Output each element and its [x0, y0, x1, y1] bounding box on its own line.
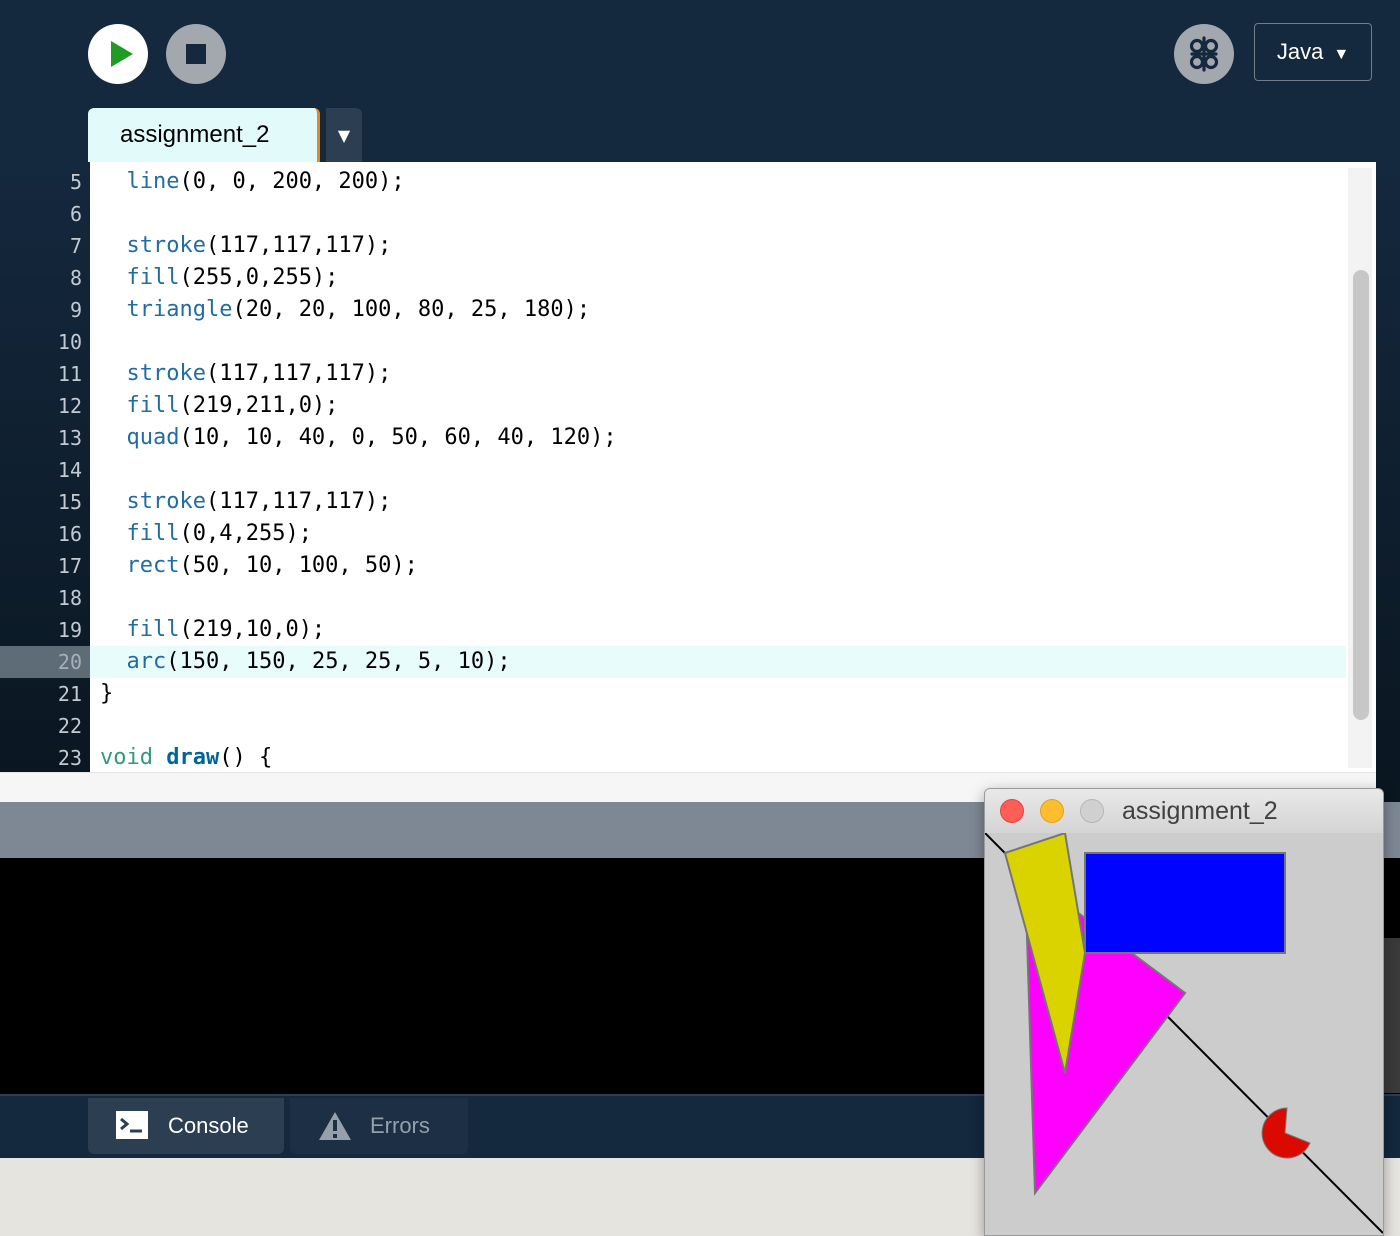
terminal-icon	[116, 1111, 148, 1139]
line-number: 9	[69, 298, 82, 322]
code-line[interactable]: quad(10, 10, 40, 0, 50, 60, 40, 120);	[100, 422, 617, 454]
minimize-window-button[interactable]	[1040, 799, 1064, 823]
code-line[interactable]: fill(0,4,255);	[100, 518, 312, 550]
line-number: 11	[57, 362, 82, 386]
sketch-canvas	[985, 833, 1383, 1235]
line-number: 10	[57, 330, 82, 354]
sketch-output-window[interactable]: assignment_2	[984, 788, 1384, 1236]
line-number: 12	[57, 394, 82, 418]
line-number: 6	[69, 202, 82, 226]
butterfly-debug-icon	[1189, 36, 1219, 72]
code-line[interactable]: fill(219,10,0);	[100, 614, 326, 646]
maximize-window-button[interactable]	[1080, 799, 1104, 823]
close-window-button[interactable]	[1000, 799, 1024, 823]
code-line[interactable]: fill(255,0,255);	[100, 262, 339, 294]
mode-dropdown[interactable]: Java ▼	[1254, 23, 1372, 81]
chevron-down-icon: ▼	[1333, 46, 1350, 63]
line-number: 19	[57, 618, 82, 642]
line-number-active: 20	[57, 650, 82, 674]
line-number: 7	[69, 234, 82, 258]
play-icon	[111, 41, 133, 67]
code-line-active[interactable]: arc(150, 150, 25, 25, 5, 10);	[100, 646, 511, 678]
line-number: 21	[57, 682, 82, 706]
stop-icon	[186, 44, 206, 64]
code-line[interactable]: stroke(117,117,117);	[100, 358, 392, 390]
code-line[interactable]: line(0, 0, 200, 200);	[100, 166, 405, 198]
line-number: 23	[57, 746, 82, 770]
sketch-window-title: assignment_2	[1122, 797, 1278, 825]
line-number: 18	[57, 586, 82, 610]
warning-icon	[319, 1112, 351, 1140]
mode-label: Java	[1276, 39, 1324, 64]
toolbar: Java ▼	[0, 0, 1400, 108]
code-line[interactable]: void draw() {	[100, 742, 272, 772]
blue-rectangle	[1084, 852, 1286, 954]
run-button[interactable]	[88, 24, 148, 84]
tab-assignment-2[interactable]: assignment_2	[88, 108, 320, 162]
code-line[interactable]: }	[100, 678, 113, 710]
line-number: 5	[69, 170, 82, 194]
code-line[interactable]: fill(219,211,0);	[100, 390, 339, 422]
line-number: 14	[57, 458, 82, 482]
line-number: 16	[57, 522, 82, 546]
console-tab-label: Console	[168, 1113, 249, 1138]
code-line[interactable]: stroke(117,117,117);	[100, 486, 392, 518]
line-number: 13	[57, 426, 82, 450]
console-scrollbar[interactable]	[1384, 938, 1400, 1093]
tab-bar: assignment_2 ▼	[0, 108, 1400, 162]
tab-console[interactable]: Console	[88, 1098, 284, 1154]
code-line[interactable]: triangle(20, 20, 100, 80, 25, 180);	[100, 294, 591, 326]
tab-menu-button[interactable]: ▼	[326, 108, 362, 162]
code-line[interactable]: rect(50, 10, 100, 50);	[100, 550, 418, 582]
tab-errors[interactable]: Errors	[290, 1098, 468, 1154]
line-number: 22	[57, 714, 82, 738]
stop-button[interactable]	[166, 24, 226, 84]
code-line[interactable]: stroke(117,117,117);	[100, 230, 392, 262]
line-number: 17	[57, 554, 82, 578]
code-editor[interactable]: line(0, 0, 200, 200); stroke(117,117,117…	[90, 162, 1376, 772]
editor-scrollbar-thumb[interactable]	[1353, 270, 1369, 720]
errors-tab-label: Errors	[370, 1113, 430, 1138]
line-number: 8	[69, 266, 82, 290]
debugger-button[interactable]	[1174, 24, 1234, 84]
sketch-window-titlebar[interactable]: assignment_2	[985, 789, 1383, 834]
line-number-gutter: 5 6 7 8 9 10 11 12 13 14 15 16 17 18 19 …	[0, 162, 90, 772]
line-number: 15	[57, 490, 82, 514]
